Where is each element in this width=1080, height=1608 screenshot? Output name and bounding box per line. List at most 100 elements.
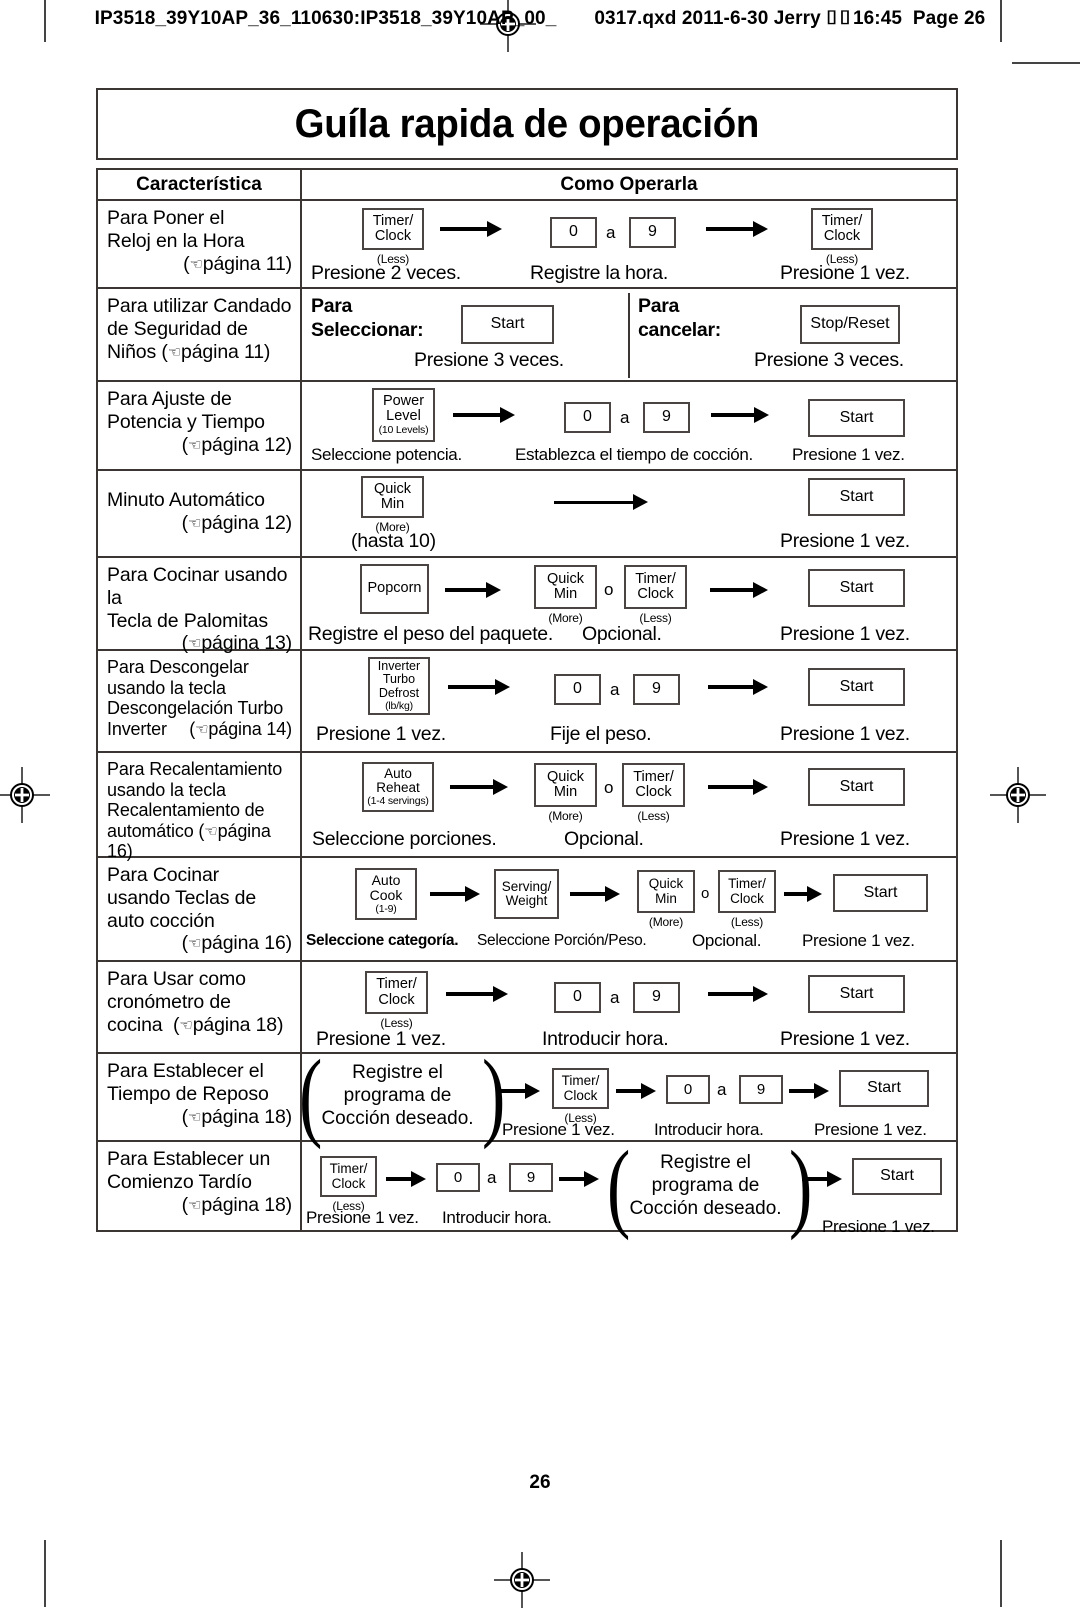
key-auto-reheat[interactable]: Auto Reheat (1-4 servings) — [362, 762, 434, 812]
step-caption: Presione 1 vez. — [792, 445, 905, 464]
slug-filename-before: IP3518_39Y10AP_36_110630:IP3518_39Y10AP_… — [94, 8, 557, 29]
key-timer-clock[interactable]: Timer/ Clock — [622, 763, 685, 807]
operation-cell-power-time: Power Level (10 Levels) 0 a 9 Start Sele… — [302, 382, 956, 469]
key-digit-0[interactable]: 0 — [554, 982, 601, 1013]
feature-line: Minuto Automático — [107, 489, 265, 511]
step-caption: Presione 1 vez. — [780, 623, 910, 645]
arrow-step-2 — [711, 407, 769, 423]
key-quick-min[interactable]: Quick Min — [534, 565, 597, 609]
arrow-step-1 — [430, 886, 480, 902]
key-quick-min[interactable]: Quick Min — [534, 763, 597, 807]
key-start[interactable]: Start — [852, 1158, 942, 1195]
key-timer-clock[interactable]: Timer/ Clock — [624, 565, 687, 609]
key-power-level[interactable]: Power Level (10 Levels) — [372, 388, 435, 442]
key-digit-9[interactable]: 9 — [643, 402, 690, 433]
select-label-line-1: Para — [311, 295, 353, 317]
key-start[interactable]: Start — [461, 305, 554, 344]
key-timer-clock[interactable]: Timer/ Clock — [362, 208, 424, 250]
key-quick-min[interactable]: Quick Min — [361, 476, 424, 518]
operation-cell-auto-reheat: Auto Reheat (1-4 servings) Quick Min (Mo… — [302, 753, 956, 856]
pointing-hand-icon: ☜ — [179, 1016, 193, 1034]
bracket-open-icon: ( — [606, 1130, 631, 1241]
key-serving-weight[interactable]: Serving/ Weight — [494, 869, 559, 919]
feature-text: Para Usar como cronómetro de cocina (☜pá… — [107, 968, 292, 1036]
feature-line: cronómetro de — [107, 990, 231, 1013]
feature-cell-auto-cook: Para Cocinar usando Teclas de auto cocci… — [98, 858, 302, 960]
key-popcorn[interactable]: Popcorn — [360, 564, 429, 614]
key-digit-9[interactable]: 9 — [633, 674, 680, 705]
key-digit-0[interactable]: 0 — [666, 1075, 710, 1104]
feature-line: Para Recalentamiento — [107, 759, 283, 779]
feature-cell-quick-minute: Minuto Automático (☜página 12) — [98, 471, 302, 556]
feature-page-ref: (☜página 14) — [189, 718, 292, 739]
step-caption: Presione 1 vez. — [802, 931, 915, 950]
operation-cell-delay-start: Timer/ Clock (Less) 0 a 9 ( ) Registre e… — [302, 1136, 956, 1236]
table-row-kitchen-timer: Para Usar como cronómetro de cocina (☜pá… — [98, 962, 956, 1054]
key-digit-9[interactable]: 9 — [739, 1075, 783, 1104]
key-start[interactable]: Start — [839, 1070, 929, 1107]
operation-column-divider — [628, 293, 630, 378]
key-stop-reset[interactable]: Stop/Reset — [800, 305, 900, 344]
feature-line: Niños — [107, 340, 157, 363]
key-start[interactable]: Start — [808, 478, 905, 516]
key-start[interactable]: Start — [808, 399, 905, 437]
key-start[interactable]: Start — [808, 768, 905, 806]
feature-page-ref: (☜página 16) — [181, 932, 292, 955]
pointing-hand-icon: ☜ — [189, 255, 203, 273]
key-sublabel-less: (Less) — [730, 915, 764, 929]
step-caption: Presione 1 vez. — [306, 1208, 419, 1227]
feature-cell-kitchen-timer: Para Usar como cronómetro de cocina (☜pá… — [98, 962, 302, 1052]
arrow-step-1 — [554, 494, 648, 510]
key-digit-9[interactable]: 9 — [509, 1163, 553, 1192]
key-start[interactable]: Start — [833, 874, 928, 912]
key-start[interactable]: Start — [808, 569, 905, 607]
step-caption: Introducir hora. — [542, 1028, 669, 1050]
program-note-line: programa de — [343, 1085, 452, 1107]
feature-text: Minuto Automático (☜página 12) — [107, 477, 292, 535]
feature-text: Para Establecer el Tiempo de Reposo (☜pá… — [107, 1060, 292, 1128]
key-digit-0[interactable]: 0 — [550, 217, 597, 248]
page-number: 26 — [529, 1472, 551, 1493]
key-timer-clock[interactable]: Timer/ Clock — [365, 971, 428, 1014]
step-caption: Fije el peso. — [550, 723, 652, 745]
header-cell-feature: Característica — [98, 170, 302, 199]
feature-cell-defrost: Para Descongelar usando la tecla Descong… — [98, 651, 302, 751]
table-row-delay-start: Para Establecer un Comienzo Tardío (☜pág… — [98, 1136, 956, 1236]
table-row-quick-minute: Minuto Automático (☜página 12) Quick Min… — [98, 471, 956, 558]
key-auto-cook[interactable]: Auto Cook (1-9) — [355, 868, 417, 920]
feature-line: Para Ajuste de — [107, 388, 232, 410]
feature-text: Para Descongelar usando la tecla Descong… — [107, 657, 292, 739]
key-digit-9[interactable]: 9 — [633, 982, 680, 1013]
key-start[interactable]: Start — [808, 668, 905, 706]
step-caption: Introducir hora. — [442, 1208, 552, 1227]
crop-mark-right-top-horizontal — [1012, 62, 1080, 64]
range-connector-a: a — [610, 988, 620, 1007]
key-quick-min[interactable]: Quick Min — [637, 870, 695, 913]
program-note-line: programa de — [651, 1175, 760, 1197]
key-digit-0[interactable]: 0 — [554, 674, 601, 705]
key-digit-0[interactable]: 0 — [436, 1163, 480, 1192]
registration-mark-left — [0, 767, 50, 823]
key-digit-9[interactable]: 9 — [629, 217, 676, 248]
step-caption: Presione 1 vez. — [780, 828, 910, 850]
key-timer-clock[interactable]: Timer/ Clock — [552, 1068, 609, 1109]
table-row-popcorn: Para Cocinar usando la Tecla de Palomita… — [98, 558, 956, 654]
feature-line: usando la tecla — [107, 779, 226, 800]
key-timer-clock[interactable]: Timer/ Clock — [718, 870, 776, 913]
key-timer-clock-2[interactable]: Timer/ Clock — [811, 208, 873, 250]
feature-text: Para Ajuste de Potencia y Tiempo (☜págin… — [107, 388, 292, 456]
bracket-open-icon: ( — [298, 1039, 323, 1150]
step-caption: Presione 1 vez. — [780, 530, 910, 552]
key-start[interactable]: Start — [808, 975, 905, 1013]
arrow-step-2 — [559, 1171, 599, 1187]
feature-line: Para Cocinar — [107, 864, 220, 886]
key-sublabel-more: (More) — [648, 915, 684, 929]
key-digit-0[interactable]: 0 — [564, 402, 611, 433]
pointing-hand-icon: ☜ — [188, 1196, 202, 1214]
program-note-line: Cocción deseado. — [321, 1108, 474, 1130]
key-timer-clock[interactable]: Timer/ Clock — [320, 1156, 377, 1197]
step-caption: Seleccione categoría. — [306, 932, 459, 949]
step-caption: Presione 1 vez. — [780, 723, 910, 745]
key-inverter-turbo-defrost[interactable]: Inverter Turbo Defrost (lb/kg) — [368, 657, 430, 715]
arrow-step-1 — [440, 221, 502, 237]
